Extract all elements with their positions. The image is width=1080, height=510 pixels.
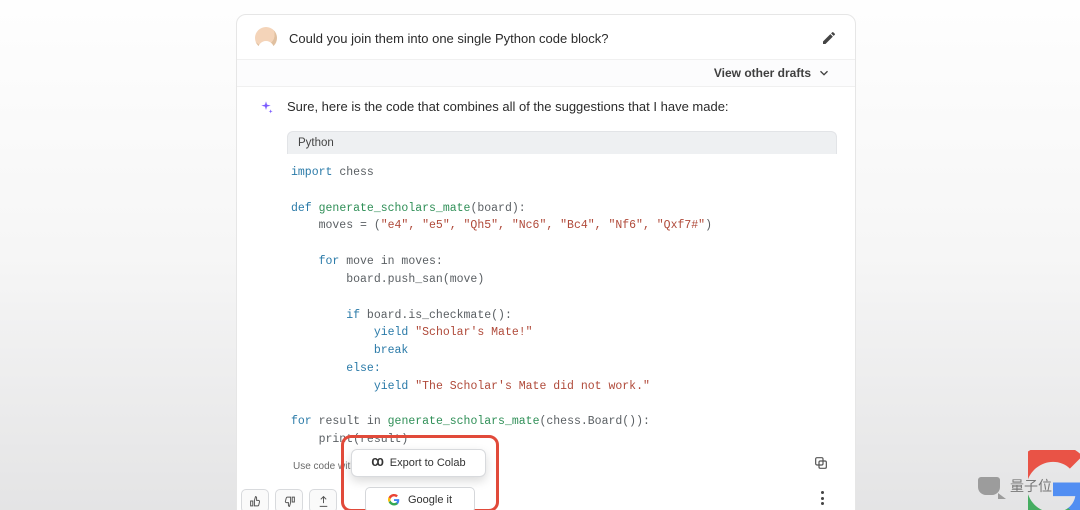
google-it-label: Google it [408,494,452,506]
google-g-corner [1028,450,1080,510]
chevron-down-icon [817,66,831,80]
sparkle-icon [257,99,275,117]
view-other-drafts[interactable]: View other drafts [237,59,855,87]
code-block: Python import chess def generate_scholar… [287,131,837,453]
thumbs-down-button[interactable] [275,489,303,510]
copy-icon[interactable] [813,455,829,471]
google-it-button[interactable]: Google it [365,487,475,510]
code-content: import chess def generate_scholars_mate(… [287,154,837,453]
user-avatar [255,27,277,49]
code-language-label: Python [287,131,837,154]
chat-card: Could you join them into one single Pyth… [236,14,856,510]
thumbs-up-button[interactable] [241,489,269,510]
code-toolbar: Use code with CO Export to Colab [287,447,837,510]
feedback-row [241,489,337,510]
colab-icon: CO [371,456,381,470]
export-to-colab-button[interactable]: CO Export to Colab [351,449,486,477]
assistant-answer-text: Sure, here is the code that combines all… [287,99,729,114]
share-button[interactable] [309,489,337,510]
more-menu-icon[interactable] [815,491,829,505]
drafts-label: View other drafts [714,66,811,80]
export-label: Export to Colab [390,457,466,469]
user-prompt-text: Could you join them into one single Pyth… [289,31,809,46]
speech-bubble-icon [978,477,1000,495]
assistant-answer-row: Sure, here is the code that combines all… [237,87,855,125]
edit-icon[interactable] [821,30,837,46]
user-prompt-row: Could you join them into one single Pyth… [237,15,855,59]
google-logo-icon [388,494,400,506]
